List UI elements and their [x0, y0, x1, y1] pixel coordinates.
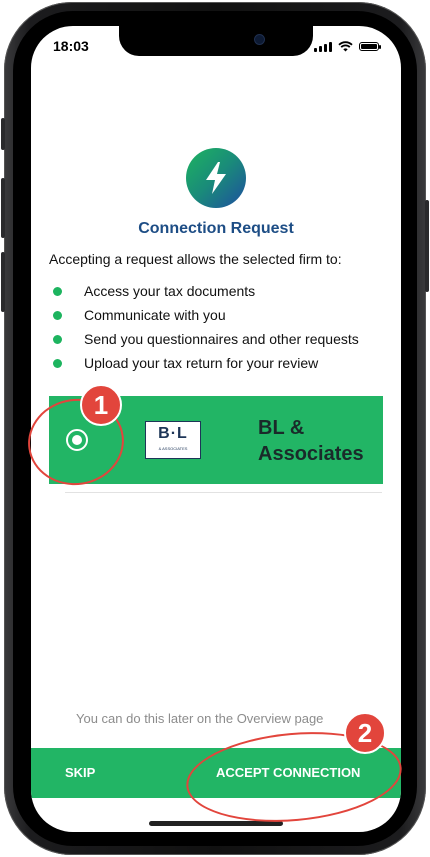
skip-button[interactable]: SKIP [65, 765, 95, 780]
wifi-icon [338, 41, 353, 52]
permission-label: Send you questionnaires and other reques… [84, 331, 359, 347]
firm-logo-subtext: & ASSOCIATES [158, 446, 188, 451]
page-title: Connection Request [138, 220, 294, 237]
bullet-icon [53, 334, 62, 344]
permission-label: Access your tax documents [84, 283, 256, 299]
permission-label: Communicate with you [84, 307, 226, 323]
signal-icon [314, 41, 332, 52]
bullet-icon [53, 286, 62, 296]
annotation-badge-1: 1 [80, 384, 122, 426]
status-time: 18:03 [53, 38, 89, 54]
firm-logo-text: B·L [158, 425, 188, 442]
volume-down-button [1, 252, 5, 312]
list-item: Access your tax documents [53, 279, 359, 303]
battery-icon [359, 42, 381, 51]
status-icons [314, 41, 381, 52]
list-item: Upload your tax return for your review [53, 351, 359, 375]
list-item: Send you questionnaires and other reques… [53, 327, 359, 351]
divider [65, 492, 382, 493]
firm-name-line1: BL & [258, 417, 305, 439]
firm-name-line2: Associates [258, 443, 364, 465]
list-item: Communicate with you [53, 303, 359, 327]
power-button [425, 200, 429, 292]
intro-text: Accepting a request allows the selected … [49, 251, 342, 267]
permission-label: Upload your tax return for your review [84, 355, 319, 371]
bullet-icon [53, 310, 62, 320]
firm-name: BL & Associates [258, 415, 364, 467]
annotation-badge-2: 2 [344, 712, 386, 754]
home-indicator [149, 821, 283, 826]
volume-up-button [1, 178, 5, 238]
later-note: You can do this later on the Overview pa… [76, 711, 324, 726]
silent-switch [1, 118, 5, 150]
bullet-icon [53, 358, 62, 368]
front-camera [254, 34, 265, 45]
lightning-bolt-icon [186, 148, 246, 208]
notch [119, 26, 313, 56]
permission-list: Access your tax documents Communicate wi… [53, 279, 359, 375]
firm-logo: B·L & ASSOCIATES [145, 421, 201, 459]
